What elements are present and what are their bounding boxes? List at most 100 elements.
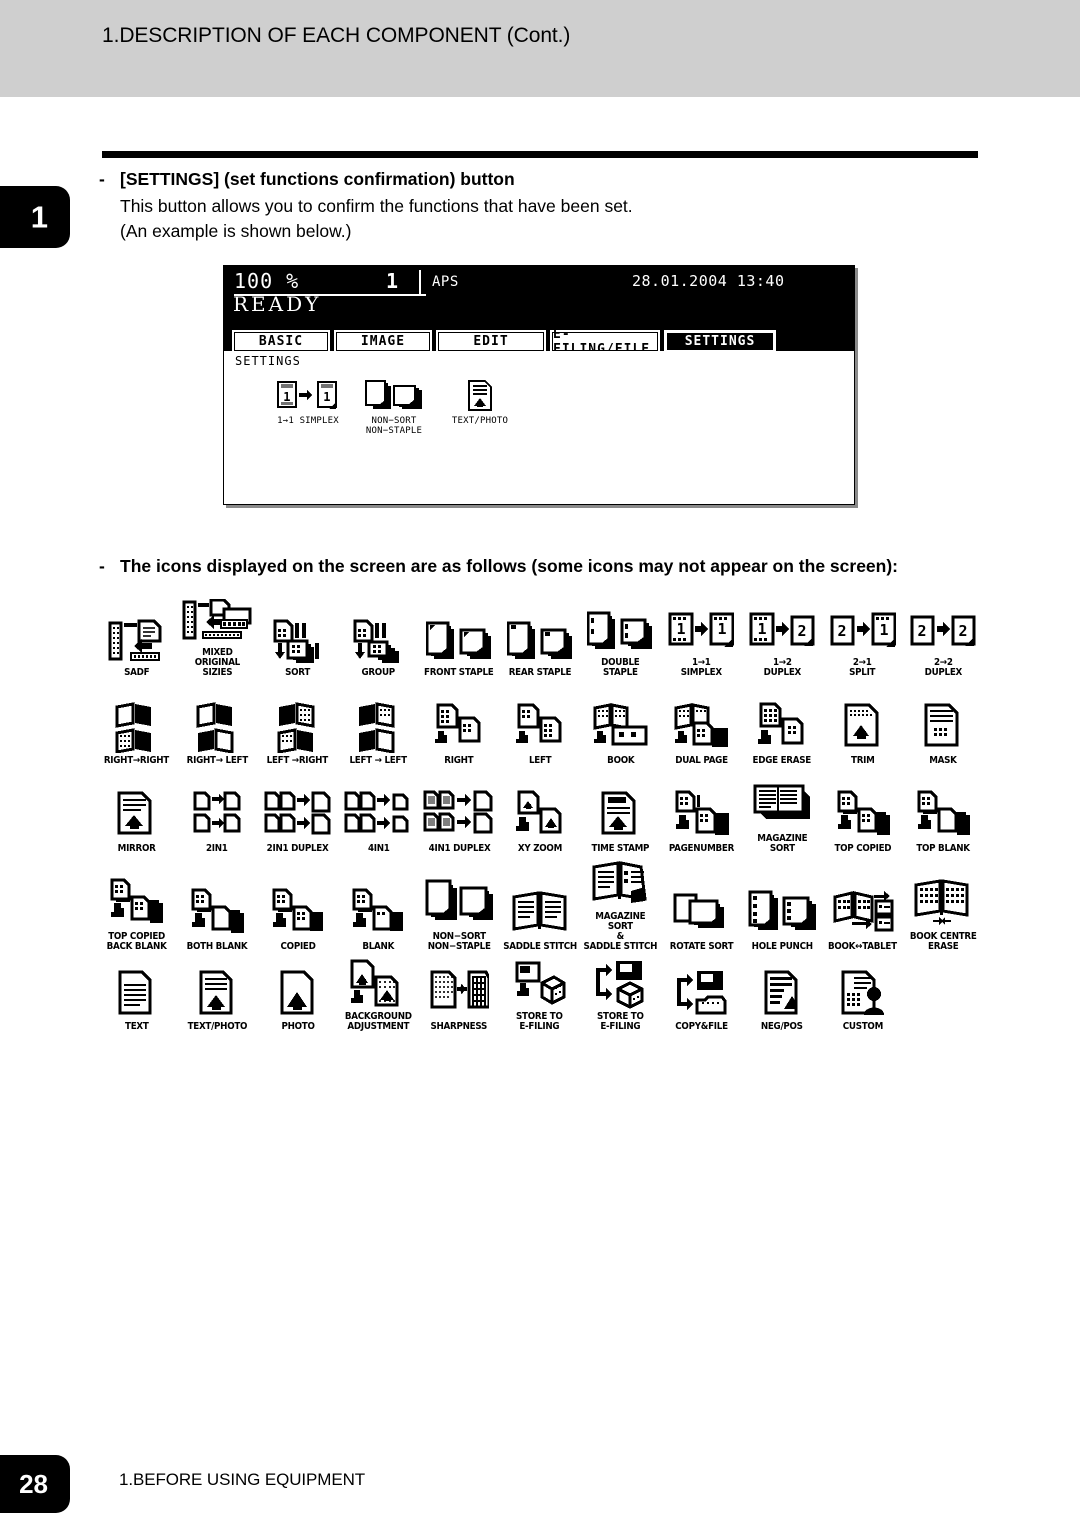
icon-cell-front-staple: FRONT STAPLE: [419, 609, 500, 678]
icon-label: STORE TO E-FILING: [516, 1011, 564, 1033]
mask-icon: [923, 697, 963, 753]
icon-cell-store-to-e-filing-alt: STORE TO E-FILING: [580, 953, 661, 1032]
icon-cell-duplex-2to2: 2 2 2→2 DUPLEX: [903, 599, 984, 678]
simplex-1to1-icon: 1 1: [272, 379, 344, 413]
icon-label: ROTATE SORT: [669, 941, 733, 953]
section-divider: [102, 151, 978, 158]
icon-label: COPIED: [280, 941, 316, 953]
copy-and-file-icon: [673, 963, 729, 1019]
icon-cell-magazine-sort: MAGAZINE SORT: [742, 775, 823, 854]
settings-button-heading-text: [SETTINGS] (set functions confirmation) …: [120, 169, 515, 189]
store-to-e-filing-alt-icon: [592, 953, 648, 1009]
chapter-tab: 1: [0, 186, 70, 248]
svg-text:1: 1: [879, 621, 888, 639]
icon-cell-text: TEXT: [96, 963, 177, 1032]
icon-label: SORT: [285, 667, 311, 679]
lcd-tab-image-label: IMAGE: [336, 332, 430, 351]
icon-label: BOOK CENTRE ERASE: [909, 931, 977, 953]
icon-cell-rotate-sort: ROTATE SORT: [661, 883, 742, 952]
2in1-duplex-icon: [264, 785, 332, 841]
lcd-status-bar: 100 % 1 APS 28.01.2004 13:40 READY BASIC…: [224, 266, 854, 357]
icon-cell-time-stamp: TIME STAMP: [580, 785, 661, 854]
icon-label: MIXED ORIGINAL SIZIES: [194, 647, 240, 679]
icon-cell-mirror: MIRROR: [96, 785, 177, 854]
svg-text:2: 2: [797, 622, 806, 640]
lcd-tab-settings-label: SETTINGS: [666, 332, 774, 351]
lcd-tab-edit-label: EDIT: [438, 332, 544, 351]
bullet-dash: -: [99, 169, 105, 189]
icon-cell-saddle-stitch: SADDLE STITCH: [499, 883, 580, 952]
icon-row: TOP COPIED BACK BLANK BOTH BLANK COPIED …: [96, 854, 984, 952]
icon-label: CUSTOM: [842, 1021, 883, 1033]
function-icon-legend: SADF MIXED ORIGINAL SIZIES SORT GROUP FR…: [96, 588, 984, 1032]
icon-cell-left: LEFT: [499, 697, 580, 766]
icon-label: 2→2 DUPLEX: [924, 657, 963, 679]
time-stamp-icon: [600, 785, 640, 841]
icon-label: 2IN1 DUPLEX: [266, 843, 329, 855]
icon-label: EDGE ERASE: [752, 755, 812, 767]
text-photo-icon: [197, 963, 237, 1019]
group-icon: [352, 609, 404, 665]
background-adjustment-icon: [349, 953, 407, 1009]
simplex-1to1-icon: 1 1: [668, 599, 735, 655]
sadf-icon: [108, 609, 164, 665]
svg-text:2: 2: [918, 622, 927, 640]
icon-row: RIGHT→RIGHT RIGHT→ LEFT LEFT →RIGHT LEFT…: [96, 678, 984, 766]
icon-cell-book-tablet: BOOK↔TABLET: [822, 883, 903, 952]
pagenumber-icon: [673, 785, 730, 841]
non-sort-non-staple-icon: [425, 873, 494, 929]
icon-label: PHOTO: [281, 1021, 315, 1033]
icon-cell-magazine-sort-saddle-stitch: MAGAZINE SORT & SADDLE STITCH: [580, 853, 661, 952]
icon-row: TEXT TEXT/PHOTO PHOTO BACKGROUND ADJUSTM…: [96, 952, 984, 1032]
trim-icon: [843, 697, 883, 753]
lcd-tab-settings[interactable]: SETTINGS: [664, 330, 776, 353]
icon-label: BOTH BLANK: [186, 941, 248, 953]
icon-cell-duplex-1to2: 1 2 1→2 DUPLEX: [742, 599, 823, 678]
top-copied-icon: [835, 785, 891, 841]
icon-label: STORE TO E-FILING: [597, 1011, 644, 1033]
icon-label: TIME STAMP: [591, 843, 650, 855]
icon-label: RIGHT→ LEFT: [186, 755, 248, 767]
non-sort-non-staple-icon: [358, 379, 430, 413]
svg-text:1: 1: [757, 620, 766, 638]
icon-cell-store-to-e-filing: STORE TO E-FILING: [499, 953, 580, 1032]
blank-icon: [350, 883, 406, 939]
lcd-panel-screenshot: 100 % 1 APS 28.01.2004 13:40 READY BASIC…: [223, 265, 855, 505]
icon-label: FRONT STAPLE: [424, 667, 494, 679]
icon-cell-4in1: 4IN1: [338, 785, 419, 854]
chapter-tab-number: 1: [30, 199, 48, 235]
icon-cell-neg-pos: NEG/POS: [742, 963, 823, 1032]
2in1-icon: [191, 785, 243, 841]
icon-label: MIRROR: [117, 843, 156, 855]
lcd-tab-e-filing-file[interactable]: E-FILING/FILE: [550, 327, 660, 357]
icon-cell-4in1-duplex: 4IN1 DUPLEX: [419, 785, 500, 854]
icon-cell-top-blank: TOP BLANK: [903, 785, 984, 854]
dual-page-icon: [672, 697, 730, 753]
mixed-original-sizies-icon: [182, 589, 252, 645]
svg-text:2: 2: [959, 622, 968, 640]
front-staple-icon: [426, 609, 492, 665]
icon-cell-background-adjustment: BACKGROUND ADJUSTMENT: [338, 953, 419, 1032]
lcd-tab-image[interactable]: IMAGE: [334, 330, 432, 353]
lcd-tab-edit[interactable]: EDIT: [436, 330, 546, 353]
rear-staple-icon: [506, 609, 573, 665]
icon-label: RIGHT: [444, 755, 474, 767]
duplex-2to2-icon: 2 2: [910, 599, 976, 655]
lcd-copy-count: 1: [386, 269, 399, 293]
lcd-tab-basic[interactable]: BASIC: [232, 330, 330, 353]
icon-cell-custom: CUSTOM: [822, 963, 903, 1032]
photo-icon: [278, 963, 318, 1019]
icon-label: 2→1 SPLIT: [849, 657, 876, 679]
icon-cell-simplex-1to1: 1 1 1→1 SIMPLEX: [661, 599, 742, 678]
icon-cell-dual-page: DUAL PAGE: [661, 697, 742, 766]
book-icon: [591, 697, 649, 753]
icon-label: SADF: [123, 667, 149, 679]
icon-label: GROUP: [361, 667, 396, 679]
rotate-sort-icon: [672, 883, 730, 939]
icon-cell-book-centre-erase: BOOK CENTRE ERASE: [903, 873, 984, 952]
hole-punch-icon: [748, 883, 816, 939]
settings-description-line-1: This button allows you to confirm the fu…: [120, 196, 633, 216]
icon-cell-sort: SORT: [257, 609, 338, 678]
icon-label: SHARPNESS: [430, 1021, 488, 1033]
icon-label: COPY&FILE: [674, 1021, 728, 1033]
